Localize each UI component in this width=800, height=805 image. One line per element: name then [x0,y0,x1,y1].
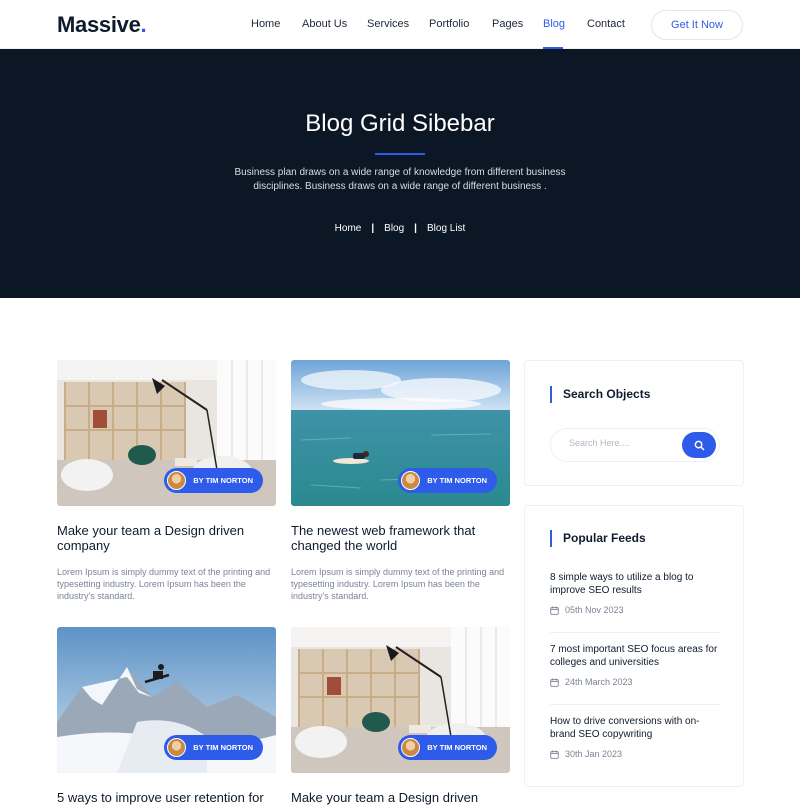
title-divider [375,153,425,155]
breadcrumb-separator: | [414,223,417,234]
breadcrumb-blog[interactable]: Blog [384,223,404,234]
avatar [167,471,187,490]
post-title[interactable]: Make your team a Design driven company [57,523,276,553]
calendar-icon [550,605,559,615]
author-badge[interactable]: BY TIM NORTON [164,468,263,493]
nav-services[interactable]: Services [367,18,409,30]
get-it-now-button[interactable]: Get It Now [651,10,743,40]
search-widget: Search Objects [524,360,744,486]
search-widget-title: Search Objects [550,386,650,403]
author-badge[interactable]: BY TIM NORTON [398,735,497,760]
author-badge[interactable]: BY TIM NORTON [398,468,497,493]
feed-divider [550,632,720,633]
feed-item-title[interactable]: How to drive conversions with on-brand S… [550,715,720,741]
post-title[interactable]: 5 ways to improve user retention for [57,790,276,805]
nav-blog[interactable]: Blog [543,18,565,30]
nav-pages[interactable]: Pages [492,18,523,30]
search-icon [694,440,704,450]
post-title[interactable]: Make your team a Design driven [291,790,510,805]
hero-description: Business plan draws on a wide range of k… [234,167,566,192]
nav-about-us[interactable]: About Us [302,18,347,30]
post-excerpt: Lorem Ipsum is simply dummy text of the … [291,567,505,601]
page-title: Blog Grid Sibebar [305,110,495,137]
popular-feeds-widget: Popular Feeds 8 simple ways to utilize a… [524,505,744,787]
search-field[interactable] [550,428,720,462]
calendar-icon [550,677,559,687]
feed-item-title[interactable]: 7 most important SEO focus areas for col… [550,643,720,669]
post-excerpt: Lorem Ipsum is simply dummy text of the … [57,567,271,601]
feed-divider [550,704,720,705]
avatar [401,471,421,490]
page-hero: Blog Grid Sibebar Business plan draws on… [0,49,800,298]
breadcrumb-blog-list: Blog List [426,223,466,234]
feed-item[interactable]: 7 most important SEO focus areas for col… [550,643,720,687]
breadcrumb-home[interactable]: Home [335,223,362,234]
nav-portfolio[interactable]: Portfolio [429,18,469,30]
feed-item[interactable]: 8 simple ways to utilize a blog to impro… [550,571,720,615]
author-name: BY TIM NORTON [427,476,487,485]
nav-home[interactable]: Home [251,18,280,30]
search-button[interactable] [682,432,716,458]
author-name: BY TIM NORTON [427,743,487,752]
feed-item-date: 05th Nov 2023 [550,605,720,615]
breadcrumb: Home | Blog | Blog List [0,223,800,234]
feed-item-date: 24th March 2023 [550,677,720,687]
site-header: Massive. Home About Us Services Portfoli… [0,0,800,49]
feed-item-title[interactable]: 8 simple ways to utilize a blog to impro… [550,571,720,597]
author-name: BY TIM NORTON [193,743,253,752]
feed-item-date: 30th Jan 2023 [550,749,720,759]
author-badge[interactable]: BY TIM NORTON [164,735,263,760]
nav-contact[interactable]: Contact [587,18,625,30]
feed-item[interactable]: How to drive conversions with on-brand S… [550,715,720,759]
post-title[interactable]: The newest web framework that changed th… [291,523,510,553]
breadcrumb-separator: | [371,223,375,234]
avatar [401,738,421,757]
popular-feeds-title: Popular Feeds [550,530,646,547]
author-name: BY TIM NORTON [193,476,253,485]
calendar-icon [550,749,559,759]
search-input[interactable] [569,438,679,448]
avatar [167,738,187,757]
